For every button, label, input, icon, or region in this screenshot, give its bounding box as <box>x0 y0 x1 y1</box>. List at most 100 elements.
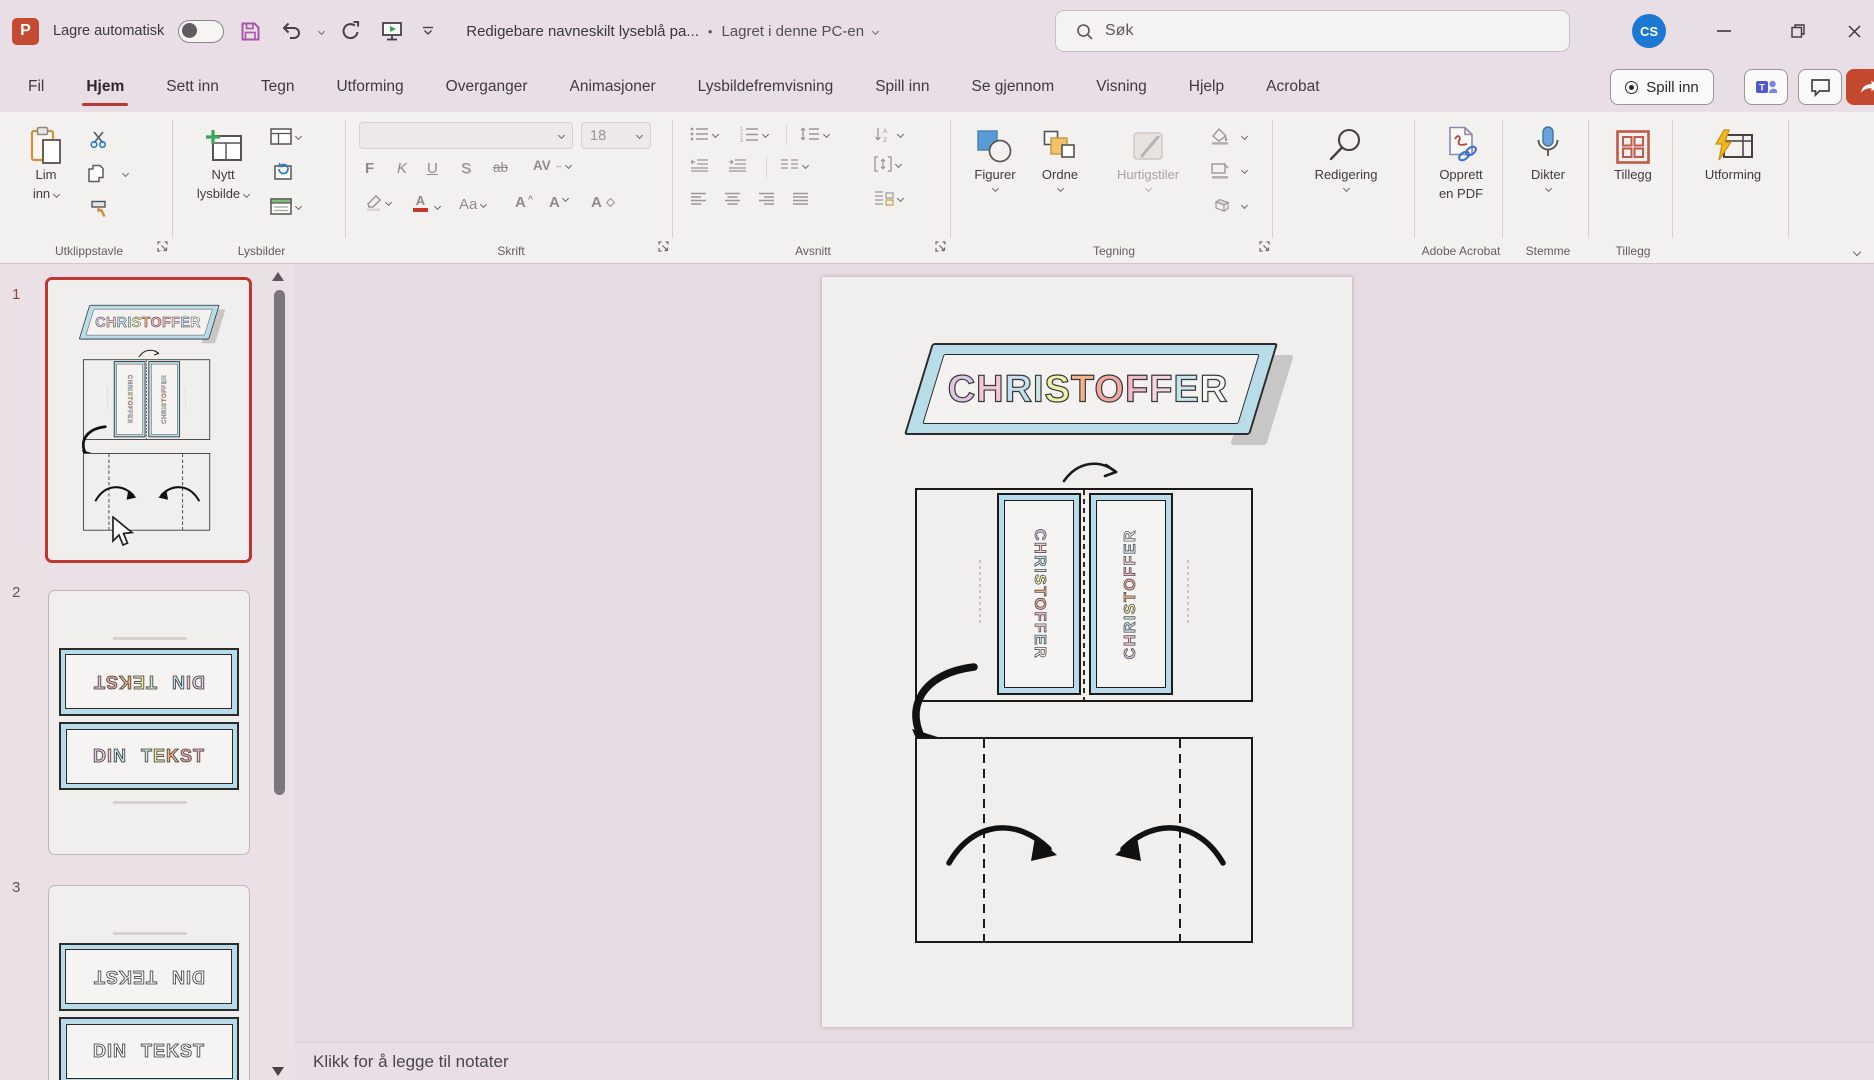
saved-status[interactable]: Lagret i denne PC-en <box>721 23 864 40</box>
shape-outline-button[interactable] <box>1210 162 1247 179</box>
arrange-button[interactable]: Ordne <box>1032 124 1088 191</box>
name-tag-shape[interactable]: CHRISTOFFER <box>892 341 1292 439</box>
tab-visning[interactable]: Visning <box>1094 72 1149 102</box>
undo-dropdown-chevron[interactable] <box>318 27 325 34</box>
tab-se-gjennom[interactable]: Se gjennom <box>969 72 1056 102</box>
font-size-combo[interactable]: 18 <box>581 122 651 149</box>
shrink-font-button[interactable]: A <box>549 194 568 211</box>
shapes-button[interactable]: Figurer <box>964 124 1026 191</box>
align-vertical-chevron[interactable] <box>895 160 902 167</box>
slide-1-thumbnail[interactable]: CHRISTOFFER CHRISTOFFER CHRISTOFFER <box>45 277 252 563</box>
align-left-button[interactable] <box>690 192 707 205</box>
line-spacing-button[interactable] <box>800 126 829 142</box>
section-button[interactable] <box>270 198 301 215</box>
tab-hjelp[interactable]: Hjelp <box>1187 72 1226 102</box>
font-dialog-launcher[interactable] <box>658 239 669 257</box>
clear-formatting-button[interactable]: A <box>591 194 615 211</box>
reset-slide-button[interactable] <box>270 162 292 181</box>
section-chevron[interactable] <box>295 203 302 210</box>
slide-layout-button[interactable] <box>270 128 301 145</box>
teams-present-button[interactable]: T <box>1744 69 1788 105</box>
tab-hjem[interactable]: Hjem <box>84 72 126 102</box>
numbered-chevron[interactable] <box>762 130 769 137</box>
format-painter-button[interactable] <box>90 200 109 219</box>
columns-button[interactable] <box>780 158 808 172</box>
redo-button[interactable] <box>338 20 364 42</box>
search-input[interactable]: Søk <box>1055 10 1570 52</box>
tab-overganger[interactable]: Overganger <box>444 72 530 102</box>
document-title[interactable]: Redigebare navneskilt lyseblå pa... • La… <box>466 23 878 40</box>
character-spacing-button[interactable]: AV↔ <box>533 158 571 173</box>
highlight-chevron[interactable] <box>385 199 392 206</box>
share-button[interactable] <box>1846 69 1874 105</box>
cut-button[interactable] <box>90 130 110 148</box>
line-spacing-chevron[interactable] <box>823 130 830 137</box>
columns-chevron[interactable] <box>802 161 809 168</box>
slide-editor[interactable]: CHRISTOFFER CHRISTOFFER CHRISTOFFER <box>822 277 1352 1027</box>
tab-utforming[interactable]: Utforming <box>334 72 405 102</box>
tab-animasjoner[interactable]: Animasjoner <box>568 72 658 102</box>
create-pdf-button[interactable]: Opprett en PDF <box>1426 124 1496 203</box>
tab-lysbildefremvisning[interactable]: Lysbildefremvisning <box>696 72 836 102</box>
increase-indent-button[interactable] <box>728 158 747 172</box>
text-shadow-button[interactable]: S <box>461 160 471 177</box>
copy-chevron[interactable] <box>122 170 129 177</box>
convert-smartart-button[interactable] <box>874 190 903 206</box>
vertical-name-plate-left[interactable]: CHRISTOFFER <box>997 493 1081 695</box>
thumbnail-scrollbar[interactable] <box>275 264 291 1080</box>
customize-toolbar-chevron[interactable] <box>420 26 436 36</box>
align-center-button[interactable] <box>724 192 741 205</box>
tab-sett-inn[interactable]: Sett inn <box>164 72 221 102</box>
shape-effects-button[interactable] <box>1210 198 1247 213</box>
record-button[interactable]: Spill inn <box>1610 69 1714 105</box>
flip-arrow-icon[interactable] <box>1060 455 1124 485</box>
sort-text-button[interactable]: AZ <box>874 126 903 143</box>
notes-pane[interactable]: Klikk for å legge til notater <box>295 1042 1874 1080</box>
change-case-button[interactable]: Aa <box>459 196 486 213</box>
paragraph-dialog-launcher[interactable] <box>935 239 946 257</box>
minimize-button[interactable] <box>1700 0 1748 62</box>
quick-styles-button[interactable]: Hurtigstiler <box>1096 124 1200 191</box>
paste-button[interactable]: Lim inn <box>18 124 74 203</box>
shape-outline-chevron[interactable] <box>1241 167 1248 174</box>
scrollbar-down-arrow[interactable] <box>272 1067 284 1076</box>
shape-effects-chevron[interactable] <box>1241 202 1248 209</box>
font-color-chevron[interactable] <box>434 203 441 210</box>
sort-chevron[interactable] <box>897 131 904 138</box>
slide-3-thumbnail[interactable]: DIN TEKST DIN TEKST <box>48 885 250 1080</box>
comments-button[interactable] <box>1798 69 1842 105</box>
autosave-toggle[interactable] <box>178 20 224 43</box>
copy-button[interactable] <box>88 164 128 183</box>
collapse-ribbon-chevron[interactable] <box>1853 248 1861 256</box>
save-icon[interactable] <box>238 21 263 42</box>
tab-tegn[interactable]: Tegn <box>259 72 297 102</box>
new-slide-button[interactable]: Nytt lysbilde <box>188 124 258 203</box>
layout-chevron[interactable] <box>295 133 302 140</box>
bullet-chevron[interactable] <box>712 130 719 137</box>
drawing-dialog-launcher[interactable] <box>1259 239 1270 257</box>
grow-font-button[interactable]: A^ <box>515 194 533 211</box>
powerpoint-app-icon[interactable]: P <box>12 18 39 45</box>
font-name-combo[interactable] <box>359 122 573 149</box>
tab-spill-inn[interactable]: Spill inn <box>873 72 931 102</box>
clipboard-dialog-launcher[interactable] <box>157 239 168 257</box>
bullet-list-button[interactable] <box>690 126 718 142</box>
decrease-indent-button[interactable] <box>690 158 709 172</box>
vertical-name-plate-right[interactable]: CHRISTOFFER <box>1089 493 1173 695</box>
scrollbar-up-arrow[interactable] <box>272 272 284 281</box>
start-slideshow-icon[interactable] <box>378 21 406 42</box>
restore-button[interactable] <box>1774 0 1822 62</box>
highlight-color-button[interactable] <box>365 194 391 211</box>
tab-acrobat[interactable]: Acrobat <box>1264 72 1321 102</box>
smartart-chevron[interactable] <box>897 194 904 201</box>
addins-button[interactable]: Tillegg <box>1602 124 1664 183</box>
tab-fil[interactable]: Fil <box>26 72 46 102</box>
shape-fill-chevron[interactable] <box>1241 133 1248 140</box>
shape-fill-button[interactable] <box>1210 128 1247 145</box>
designer-button[interactable]: Utforming <box>1690 124 1776 183</box>
undo-button[interactable] <box>277 21 305 41</box>
numbered-list-button[interactable]: 123 <box>740 126 768 142</box>
fold-diagram-bottom[interactable] <box>915 737 1253 943</box>
scrollbar-thumb[interactable] <box>274 290 285 795</box>
justify-button[interactable] <box>792 192 809 205</box>
